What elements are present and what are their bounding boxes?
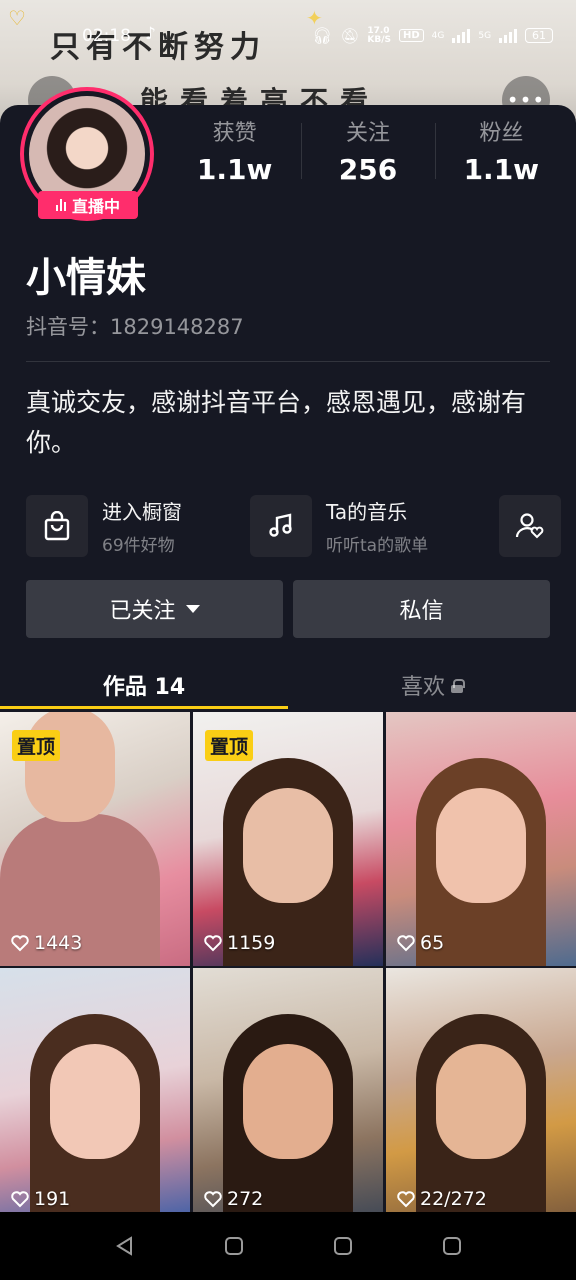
profile-card: 直播中 获赞 1.1w 关注 256 粉丝 1.1w 小情妹 抖音号：18291… bbox=[0, 87, 576, 710]
profile-stats: 获赞 1.1w 关注 256 粉丝 1.1w bbox=[168, 115, 568, 195]
headset-icon: 🎧︎ bbox=[312, 26, 333, 45]
video-thumbnail[interactable]: 置顶 1443 bbox=[0, 712, 190, 966]
like-count-value: 191 bbox=[34, 1188, 71, 1210]
like-count: 191 bbox=[10, 1188, 70, 1210]
pinned-badge: 置顶 bbox=[12, 730, 61, 761]
caret-down-icon bbox=[185, 605, 200, 613]
lock-icon bbox=[451, 679, 465, 693]
music-title: Ta的音乐 bbox=[326, 500, 408, 524]
tab-likes-label: 喜欢 bbox=[400, 675, 445, 700]
music-note-icon bbox=[250, 495, 312, 557]
stat-followers-label: 粉丝 bbox=[479, 121, 524, 146]
message-label: 私信 bbox=[399, 599, 444, 624]
net-speed: 17.0 KB/S bbox=[367, 25, 391, 45]
divider bbox=[26, 361, 550, 362]
pinned-badge: 置顶 bbox=[205, 730, 254, 761]
stat-following-label: 关注 bbox=[345, 121, 390, 146]
like-count: 1443 bbox=[10, 932, 82, 954]
net-4g-label: 4G bbox=[431, 30, 445, 41]
tab-likes[interactable]: 喜欢 bbox=[288, 660, 576, 710]
video-thumbnail[interactable]: 22/272 bbox=[386, 968, 576, 1222]
mute-icon: 🔕︎ bbox=[340, 26, 360, 45]
like-count: 1159 bbox=[203, 932, 275, 954]
stat-following-value: 256 bbox=[338, 153, 398, 186]
heart-outline-icon bbox=[397, 1191, 415, 1208]
like-count-value: 1443 bbox=[34, 932, 83, 954]
tiktok-notification-icon: ♪ bbox=[145, 24, 156, 44]
like-count-value: 65 bbox=[420, 932, 445, 954]
music-subtitle: 听听ta的歌单 bbox=[326, 536, 429, 556]
video-grid: 置顶 1443 置顶 1159 65 191 272 22/272 bbox=[0, 712, 576, 1222]
like-count: 22/272 bbox=[396, 1188, 487, 1210]
signal-5g-icon bbox=[499, 28, 518, 43]
username: 小情妹 bbox=[26, 255, 146, 301]
like-count-value: 272 bbox=[227, 1188, 264, 1210]
live-badge[interactable]: 直播中 bbox=[38, 191, 138, 219]
stat-likes-label: 获赞 bbox=[212, 121, 257, 146]
stat-followers[interactable]: 粉丝 1.1w bbox=[434, 115, 568, 195]
live-badge-label: 直播中 bbox=[71, 197, 120, 216]
system-nav-bar bbox=[0, 1212, 576, 1280]
like-count-value: 1159 bbox=[227, 932, 276, 954]
heart-outline-icon bbox=[11, 935, 29, 952]
music-shortcut[interactable]: Ta的音乐 听听ta的歌单 bbox=[250, 495, 428, 557]
like-count: 65 bbox=[396, 932, 444, 954]
person-heart-icon bbox=[515, 513, 544, 539]
nav-extra-icon[interactable] bbox=[441, 1235, 463, 1257]
like-count-value: 22/272 bbox=[420, 1188, 487, 1210]
battery-indicator: 61 bbox=[525, 28, 554, 43]
video-thumbnail[interactable]: 65 bbox=[386, 712, 576, 966]
followed-label: 已关注 bbox=[109, 599, 176, 624]
tab-works[interactable]: 作品 14 bbox=[0, 660, 288, 710]
tab-active-indicator bbox=[0, 706, 288, 709]
nav-back-icon[interactable] bbox=[114, 1235, 136, 1257]
tab-works-label: 作品 14 bbox=[102, 675, 186, 700]
shop-window-shortcut[interactable]: 进入橱窗 69件好物 bbox=[26, 495, 182, 557]
nav-recents-icon[interactable] bbox=[332, 1235, 354, 1257]
video-thumbnail[interactable]: 191 bbox=[0, 968, 190, 1222]
hd-badge: HD bbox=[398, 29, 424, 42]
message-button[interactable]: 私信 bbox=[293, 580, 550, 638]
heart-outline-icon bbox=[204, 935, 222, 952]
status-time: 02:18 bbox=[82, 26, 131, 46]
signal-4g-icon bbox=[452, 28, 471, 43]
followed-button[interactable]: 已关注 bbox=[26, 580, 283, 638]
like-count: 272 bbox=[203, 1188, 263, 1210]
shopping-bag-icon bbox=[26, 495, 88, 557]
video-thumbnail[interactable]: 置顶 1159 bbox=[193, 712, 383, 966]
heart-outline-icon bbox=[204, 1191, 222, 1208]
live-bars-icon bbox=[55, 199, 66, 211]
video-thumbnail[interactable]: 272 bbox=[193, 968, 383, 1222]
profile-tabs: 作品 14 喜欢 bbox=[0, 660, 576, 710]
profile-bio: 真诚交友，感谢抖音平台，感恩遇见，感谢有你。 bbox=[26, 388, 527, 457]
stat-following[interactable]: 关注 256 bbox=[301, 115, 434, 195]
heart-outline-icon bbox=[11, 1191, 29, 1208]
status-icons: 🎧︎ 🔕︎ 17.0 KB/S HD 4G 5G 61 bbox=[312, 25, 554, 45]
douyin-id[interactable]: 抖音号：1829148287 bbox=[26, 311, 244, 341]
shop-subtitle: 69件好物 bbox=[102, 536, 175, 556]
stat-followers-value: 1.1w bbox=[463, 153, 540, 186]
add-friend-button[interactable] bbox=[499, 495, 561, 557]
net-5g-label: 5G bbox=[478, 30, 492, 41]
stat-likes-value: 1.1w bbox=[196, 153, 273, 186]
status-bar: 02:18 ♪ 🎧︎ 🔕︎ 17.0 KB/S HD 4G 5G 61 bbox=[0, 22, 576, 52]
stat-likes[interactable]: 获赞 1.1w bbox=[168, 115, 301, 195]
heart-outline-icon bbox=[397, 935, 415, 952]
shop-title: 进入橱窗 bbox=[102, 500, 182, 524]
profile-page: 只有不断努力 能看着高不看 ♡ ✦ 02:18 ♪ 🎧︎ 🔕︎ 17.0 KB/… bbox=[0, 0, 576, 1280]
nav-home-icon[interactable] bbox=[223, 1235, 245, 1257]
